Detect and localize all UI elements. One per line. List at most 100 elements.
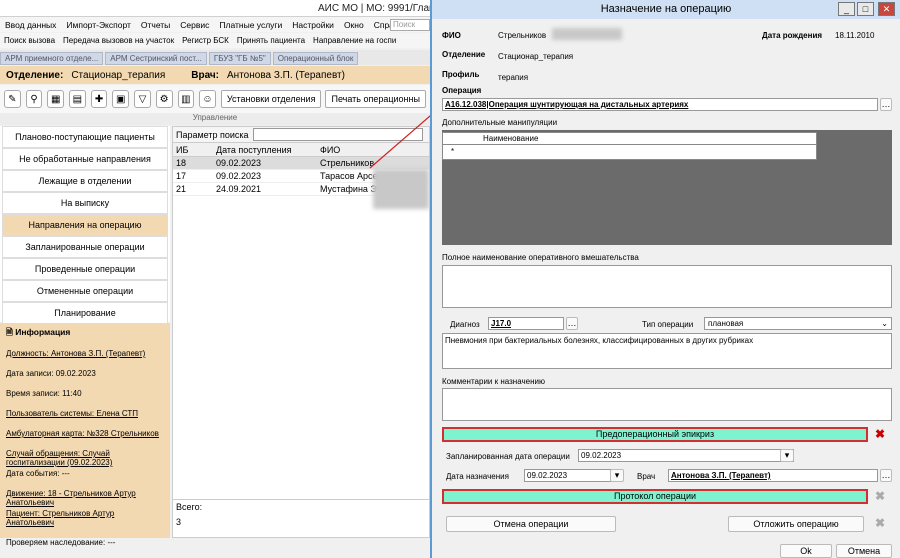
filter-icon[interactable]: ▽ xyxy=(134,90,151,108)
nav-in-ward[interactable]: Лежащие в отделении xyxy=(2,170,168,192)
protocol-button[interactable]: Протокол операции xyxy=(442,489,868,504)
menu-item[interactable]: Окно xyxy=(339,20,369,30)
doctor-lookup-button[interactable]: … xyxy=(880,469,892,482)
chevron-down-icon: ⌄ xyxy=(881,319,888,328)
nav-unprocessed[interactable]: Не обработанные направления xyxy=(2,148,168,170)
medkit-icon[interactable]: ✚ xyxy=(90,90,108,108)
total-value: 3 xyxy=(176,517,182,527)
menu-item[interactable]: Сервис xyxy=(175,20,214,30)
info-panel: 🗎 Информация Должность: Антонова З.П. (Т… xyxy=(0,323,170,547)
info-line[interactable]: Пользователь системы: Елена СТП xyxy=(6,409,164,418)
toolbar-search-call[interactable]: Поиск вызова xyxy=(0,36,59,45)
info-line[interactable]: Движение: 18 - Стрельников Артур Анатоль… xyxy=(6,489,164,507)
dob-value: 18.11.2010 xyxy=(835,31,875,40)
assign-label: Дата назначения xyxy=(446,472,509,481)
info-line[interactable]: Пациент: Стрельников Артур Анатольевич xyxy=(6,509,164,527)
info-line[interactable]: Случай обращения: Случай госпитализации … xyxy=(6,449,164,467)
cell: 09.02.2023 xyxy=(216,158,262,168)
doctor-field[interactable]: Антонова З.П. (Терапевт) xyxy=(668,469,878,482)
toolbar-accept-patient[interactable]: Принять пациента xyxy=(233,36,309,45)
op-lookup-button[interactable]: … xyxy=(880,98,892,111)
tab-operating-block[interactable]: Операционный блок xyxy=(272,52,359,65)
fullname-label: Полное наименование оперативного вмешате… xyxy=(442,253,639,262)
filter-settings-icon[interactable]: ⚙ xyxy=(155,90,173,108)
toolbar: Поиск вызова Передача вызовов на участок… xyxy=(0,33,430,48)
nav-op-referrals[interactable]: Направления на операцию xyxy=(2,214,168,236)
extra-label: Дополнительные манипуляции xyxy=(442,118,558,127)
diag-lookup-button[interactable]: … xyxy=(566,317,578,330)
blurred-fio xyxy=(552,28,622,40)
tab-gbuz[interactable]: ГБУЗ "ГБ №5" xyxy=(208,52,271,65)
comment-field[interactable] xyxy=(442,388,892,421)
diag-label: Диагноз xyxy=(450,320,480,329)
info-title: Информация xyxy=(15,327,71,337)
profile-value: терапия xyxy=(498,73,529,82)
planned-dropdown-icon[interactable]: ▾ xyxy=(780,449,794,462)
search-input[interactable]: Поиск xyxy=(390,19,430,31)
toolbar-hospital-referral[interactable]: Направление на госпи xyxy=(309,36,400,45)
fio-value: Стрельников xyxy=(498,31,547,40)
info-line[interactable]: Должность: Антонова З.П. (Терапевт) xyxy=(6,349,164,358)
nav-cancelled-ops[interactable]: Отмененные операции xyxy=(2,280,168,302)
clipboard-icon[interactable]: ▣ xyxy=(112,90,130,108)
info-line[interactable]: Амбулаторная карта: №328 Стрельников xyxy=(6,429,164,438)
operation-field[interactable]: A16.12.038|Операция шунтирующая на диста… xyxy=(442,98,878,111)
cell: 09.02.2023 xyxy=(216,171,262,181)
col-name[interactable]: Наименование xyxy=(443,133,816,145)
menu-item[interactable]: Ввод данных xyxy=(0,20,61,30)
nav-discharge[interactable]: На выписку xyxy=(2,192,168,214)
delete-protocol-icon[interactable]: ✖ xyxy=(875,489,885,503)
calendar-icon[interactable]: ▦ xyxy=(47,90,65,108)
grid-icon[interactable]: ▥ xyxy=(177,90,195,108)
nav-done-ops[interactable]: Проведенные операции xyxy=(2,258,168,280)
left-nav: Планово-поступающие пациенты Не обработа… xyxy=(0,126,170,324)
planned-date-field[interactable]: 09.02.2023 xyxy=(578,449,794,462)
table-icon[interactable]: ▤ xyxy=(69,90,86,108)
optype-select[interactable]: плановая ⌄ xyxy=(704,317,892,330)
toolbar-bsk-register[interactable]: Регистр БСК xyxy=(178,36,233,45)
info-line: Проверяем наследование: --- xyxy=(6,538,116,547)
menu-item[interactable]: Платные услуги xyxy=(214,20,287,30)
cancel-button[interactable]: Отмена xyxy=(836,544,892,558)
nav-scheduled-ops[interactable]: Запланированные операции xyxy=(2,236,168,258)
diag-text-field[interactable]: Пневмония при бактериальных болезнях, кл… xyxy=(442,333,892,369)
planned-label: Запланированная дата операции xyxy=(446,452,570,461)
tab-nurse-post[interactable]: АРМ Сестринский пост... xyxy=(105,52,207,65)
cell: 24.09.2021 xyxy=(216,184,262,194)
assign-date-field[interactable]: 09.02.2023 xyxy=(524,469,622,482)
tab-admission[interactable]: АРМ приемного отделе... xyxy=(0,52,104,65)
delete-icon[interactable]: ✖ xyxy=(875,516,885,530)
user-settings-icon[interactable]: ☺ xyxy=(199,90,216,108)
toolbar-transfer-calls[interactable]: Передача вызовов на участок xyxy=(59,36,178,45)
postpone-operation-button[interactable]: Отложить операцию xyxy=(728,516,864,532)
minimize-icon[interactable]: _ xyxy=(838,2,855,16)
dept-settings-button[interactable]: Установки отделения xyxy=(220,90,322,108)
close-icon[interactable]: ✕ xyxy=(878,2,895,16)
menu-item[interactable]: Импорт-Экспорт xyxy=(61,20,136,30)
comment-label: Комментарии к назначению xyxy=(442,377,545,386)
maximize-icon[interactable]: □ xyxy=(857,2,874,16)
cancel-operation-button[interactable]: Отмена операции xyxy=(446,516,616,532)
col-ib[interactable]: ИБ xyxy=(173,145,213,155)
menu-bar: Ввод данных Импорт-Экспорт Отчеты Сервис… xyxy=(0,17,430,32)
dob-label: Дата рождения xyxy=(762,31,823,40)
diag-field[interactable]: J17.0 xyxy=(488,317,564,330)
search-param-label: Параметр поиска xyxy=(176,129,249,140)
ok-button[interactable]: Ok xyxy=(780,544,832,558)
fullname-field[interactable] xyxy=(442,265,892,308)
new-row-marker[interactable]: * xyxy=(443,145,816,159)
menu-item[interactable]: Настройки xyxy=(287,20,339,30)
col-date[interactable]: Дата поступления xyxy=(213,145,317,155)
profile-label: Профиль xyxy=(442,70,480,79)
menu-item[interactable]: Отчеты xyxy=(136,20,175,30)
nav-planning[interactable]: Планирование xyxy=(2,302,168,324)
binoculars-icon[interactable]: ⚲ xyxy=(25,90,43,108)
edit-icon[interactable]: ✎ xyxy=(4,90,21,108)
assign-dropdown-icon[interactable]: ▾ xyxy=(610,469,624,482)
doctor-value: Антонова З.П. (Терапевт) xyxy=(227,69,345,81)
dialog-titlebar: Назначение на операцию _ □ ✕ xyxy=(432,0,900,19)
dept-value: Стационар_терапия xyxy=(71,69,166,81)
epicrisis-button[interactable]: Предоперационный эпикриз xyxy=(442,427,868,442)
nav-planned-patients[interactable]: Планово-поступающие пациенты xyxy=(2,126,168,148)
delete-epicrisis-icon[interactable]: ✖ xyxy=(875,427,885,441)
